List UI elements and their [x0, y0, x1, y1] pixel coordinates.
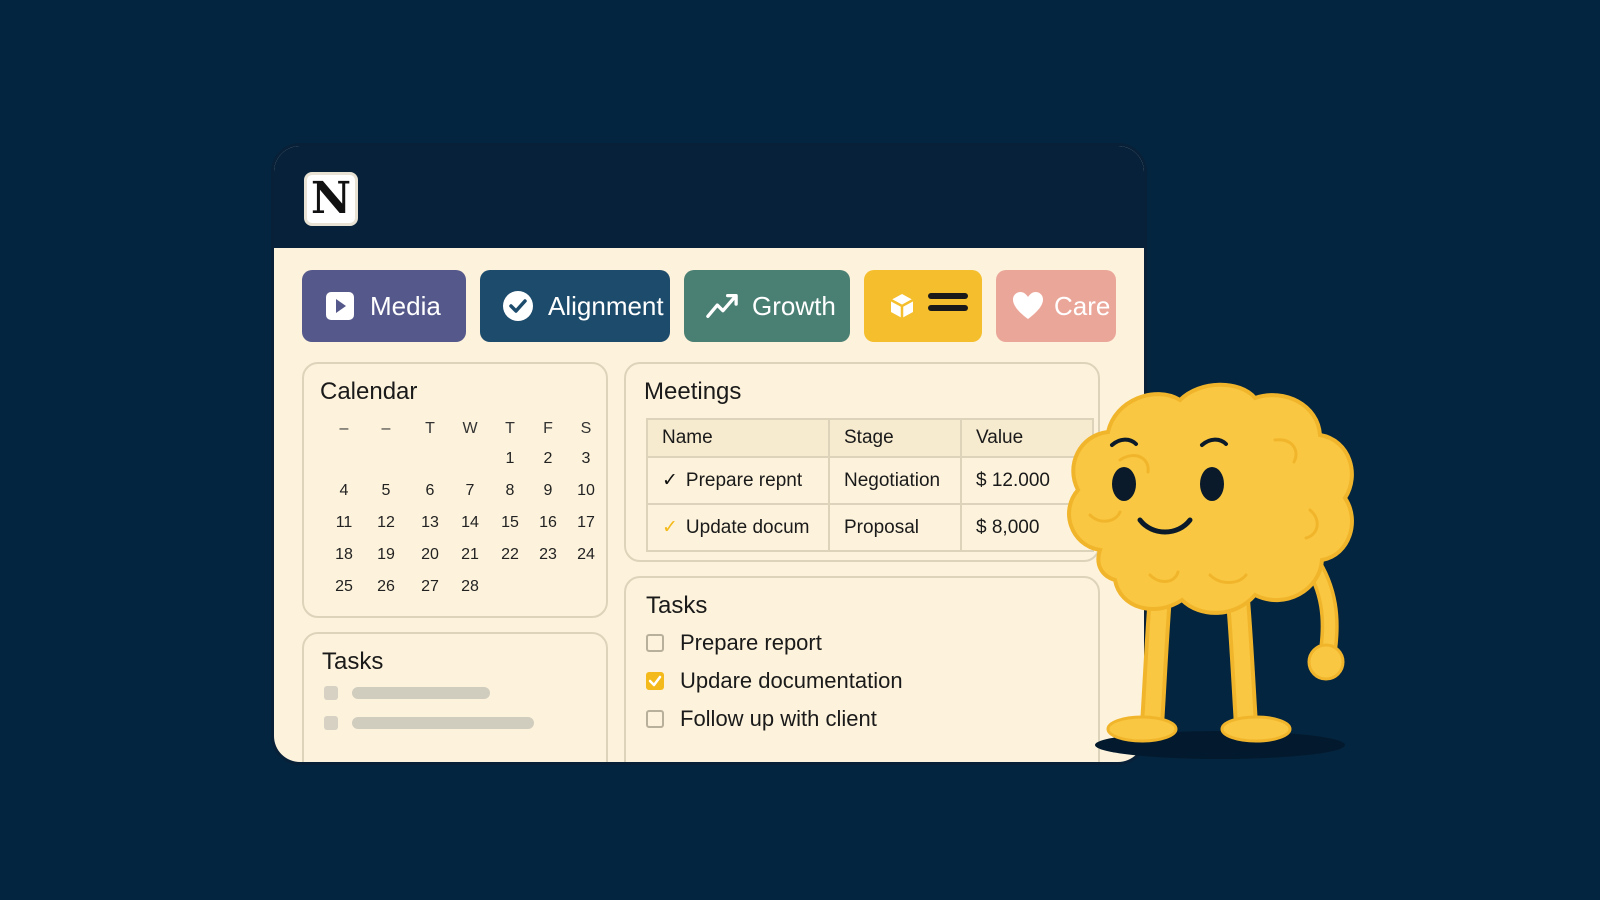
tab-growth[interactable]: Growth — [684, 270, 850, 342]
calendar-day[interactable]: 25 — [324, 578, 364, 596]
brain-mascot-illustration — [1067, 382, 1354, 759]
calendar-day[interactable]: 5 — [366, 482, 406, 500]
calendar-day[interactable]: 18 — [324, 546, 364, 564]
calendar-day[interactable]: 27 — [410, 578, 450, 596]
meeting-stage[interactable]: Negotiation — [828, 456, 962, 505]
meeting-name: Prepare repnt — [685, 470, 803, 491]
calendar-day[interactable]: 1 — [490, 450, 530, 468]
meeting-name: Update docum — [685, 517, 810, 538]
calendar-day[interactable]: 6 — [410, 482, 450, 500]
calendar-title: Calendar — [320, 378, 418, 405]
cube-icon — [886, 290, 918, 322]
notion-logo[interactable]: N — [304, 172, 358, 226]
calendar-day[interactable]: 23 — [528, 546, 568, 564]
calendar-day[interactable]: 28 — [450, 578, 490, 596]
column-header-stage[interactable]: Stage — [828, 418, 962, 458]
check-icon: ✓ — [662, 517, 678, 538]
calendar-day[interactable]: 11 — [324, 514, 364, 532]
task-checkbox[interactable] — [646, 710, 664, 728]
calendar-day[interactable]: 24 — [566, 546, 606, 564]
meeting-name-cell[interactable]: ✓ Prepare repnt — [646, 456, 830, 505]
calendar-weekday-label: T — [425, 420, 435, 437]
placeholder-task-row — [324, 716, 534, 730]
checkmark-icon — [648, 675, 662, 687]
tab-growth-label: Growth — [752, 290, 836, 321]
tab-workspace[interactable] — [864, 270, 982, 342]
calendar-day[interactable]: 14 — [450, 514, 490, 532]
app-window: N Media Alignment Growth Care Calendar –… — [274, 146, 1144, 762]
check-circle-icon — [502, 290, 534, 322]
play-icon — [324, 290, 356, 322]
tab-alignment-label: Alignment — [548, 290, 664, 321]
calendar-weekday-label: T — [505, 420, 515, 437]
tasks-left-title: Tasks — [322, 648, 384, 675]
tasks-panel-left: Tasks — [302, 632, 608, 762]
tab-alignment[interactable]: Alignment — [480, 270, 670, 342]
calendar-day[interactable]: 8 — [490, 482, 530, 500]
tab-media-label: Media — [370, 290, 441, 321]
meetings-title: Meetings — [644, 378, 742, 405]
task-item[interactable]: Follow up with client — [646, 706, 877, 732]
trend-up-icon — [706, 290, 738, 322]
calendar-day[interactable]: 26 — [366, 578, 406, 596]
check-icon: ✓ — [662, 470, 678, 491]
placeholder-checkbox — [324, 686, 338, 700]
calendar-day[interactable]: 12 — [366, 514, 406, 532]
table-row[interactable]: ✓ Update docum Proposal $ 8,000 — [646, 503, 1094, 552]
calendar-day[interactable]: 7 — [450, 482, 490, 500]
calendar-day[interactable]: 3 — [566, 450, 606, 468]
tab-care[interactable]: Care — [996, 270, 1116, 342]
calendar-day[interactable]: 17 — [566, 514, 606, 532]
calendar-day[interactable]: 13 — [410, 514, 450, 532]
calendar-day[interactable]: 22 — [490, 546, 530, 564]
heart-icon — [1012, 290, 1044, 322]
tasks-panel-right: Tasks Prepare report Updare documentatio… — [624, 576, 1100, 762]
table-header-row: Name Stage Value — [646, 418, 1094, 458]
logo-letter: N — [310, 173, 352, 224]
task-checkbox[interactable] — [646, 672, 664, 690]
task-item[interactable]: Updare documentation — [646, 668, 903, 694]
calendar-day[interactable]: 10 — [566, 482, 606, 500]
task-item[interactable]: Prepare report — [646, 630, 822, 656]
tab-care-label: Care — [1054, 290, 1111, 321]
task-checkbox[interactable] — [646, 634, 664, 652]
menu-lines-icon — [928, 291, 968, 322]
calendar-day[interactable]: 19 — [366, 546, 406, 564]
placeholder-checkbox — [324, 716, 338, 730]
meetings-panel: Meetings Name Stage Value ✓ Prepare repnt… — [624, 362, 1100, 562]
calendar-weekday-label: S — [580, 420, 592, 437]
placeholder-bar — [352, 717, 534, 729]
calendar-day[interactable]: 15 — [490, 514, 530, 532]
calendar-weekday-label: – — [381, 420, 391, 437]
meetings-table: Name Stage Value ✓ Prepare repnt Negotiat… — [646, 418, 1094, 552]
meeting-stage[interactable]: Proposal — [828, 503, 962, 552]
tab-media[interactable]: Media — [302, 270, 466, 342]
calendar-day[interactable]: 4 — [324, 482, 364, 500]
task-label: Updare documentation — [680, 668, 903, 693]
calendar-day[interactable]: 16 — [528, 514, 568, 532]
calendar-panel: Calendar – – T W T F S 1 2 3 4 5 6 7 8 9 10 11 12 13 14 15 16 1… — [302, 362, 608, 618]
calendar-weekday-label: W — [462, 420, 478, 437]
column-header-name[interactable]: Name — [646, 418, 830, 458]
calendar-weekday-label: – — [339, 420, 349, 437]
calendar-day[interactable]: 21 — [450, 546, 490, 564]
calendar-day[interactable]: 9 — [528, 482, 568, 500]
placeholder-bar — [352, 687, 490, 699]
meeting-name-cell[interactable]: ✓ Update docum — [646, 503, 830, 552]
calendar-day[interactable]: 2 — [528, 450, 568, 468]
table-row[interactable]: ✓ Prepare repnt Negotiation $ 12.000 — [646, 456, 1094, 505]
title-bar: N — [274, 146, 1144, 248]
task-label: Follow up with client — [680, 706, 877, 731]
calendar-weekday-label: F — [543, 420, 553, 437]
placeholder-task-row — [324, 686, 490, 700]
tasks-right-title: Tasks — [646, 592, 708, 619]
calendar-day[interactable]: 20 — [410, 546, 450, 564]
task-label: Prepare report — [680, 630, 822, 655]
